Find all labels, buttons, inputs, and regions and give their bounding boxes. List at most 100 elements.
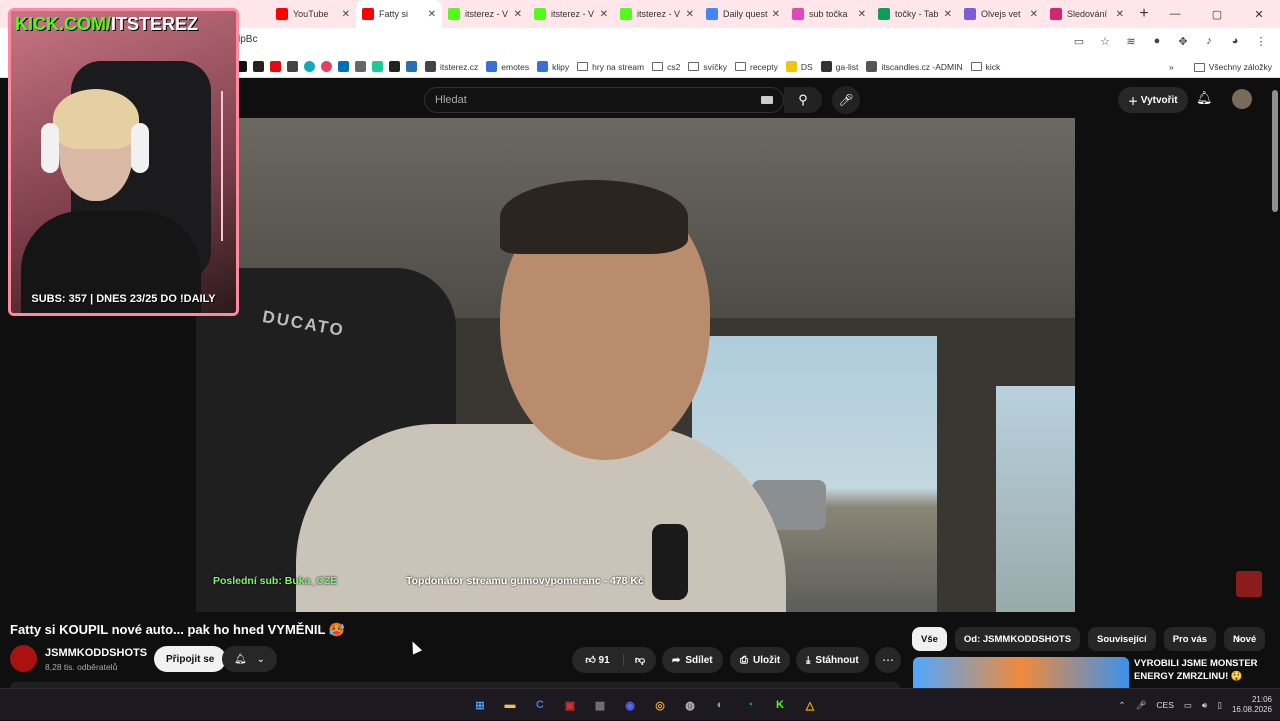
recommendation-title[interactable]: VYROBILI JSME MONSTER ENERGY ZMRZLINU! 😲 [1134, 657, 1264, 683]
clock[interactable]: 21:06 16.08.2026 [1232, 695, 1272, 715]
video-player[interactable]: DUCATO [196, 118, 1075, 612]
microphone-icon[interactable]: 🎤︎ [832, 86, 860, 114]
like-button[interactable]: 👍︎ 91 [572, 654, 624, 666]
recommendation-thumbnail[interactable] [913, 657, 1129, 692]
tray-chevron-up-icon[interactable]: ⌃ [1118, 700, 1125, 711]
dislike-button[interactable]: 👎︎ [624, 654, 656, 666]
save-button[interactable]: ⎙ Uložit [730, 647, 791, 673]
chevron-right-icon[interactable]: › [1236, 631, 1240, 646]
browser-tab[interactable]: Sledování ✕ [1044, 0, 1130, 28]
tray-microphone-icon[interactable]: 🎤︎ [1136, 700, 1147, 711]
bookmark-star-icon[interactable]: ☆ [1096, 32, 1114, 50]
bookmark-item[interactable]: klipy [537, 61, 569, 72]
bookmark-icon[interactable] [355, 61, 366, 72]
spotify-icon[interactable]: ◔ [738, 693, 762, 717]
close-tab-icon[interactable]: ✕ [1116, 9, 1124, 20]
share-button[interactable]: ➦ Sdílet [662, 647, 723, 673]
close-window-icon[interactable]: ✕ [1238, 8, 1280, 21]
scrollbar-thumb[interactable] [1272, 90, 1278, 212]
cursor-app-icon[interactable]: C [528, 693, 552, 717]
bookmark-item[interactable]: itsterez.cz [425, 61, 478, 72]
extension-badge-icon[interactable]: ● [1148, 32, 1166, 50]
bookmark-item[interactable]: recepty [734, 61, 778, 72]
browser-tab[interactable]: itsterez - V ✕ [528, 0, 614, 28]
windows-start-icon[interactable]: ⊞ [468, 693, 492, 717]
browser-menu-icon[interactable]: ⋮ [1252, 32, 1270, 50]
close-tab-icon[interactable]: ✕ [944, 9, 952, 20]
terminal-icon[interactable]: ▣ [558, 693, 582, 717]
notifications-bell-icon[interactable]: 🔔︎ [1196, 90, 1213, 106]
join-button[interactable]: Připojit se [154, 646, 227, 672]
browser-tab[interactable]: sub točka ✕ [786, 0, 872, 28]
volume-icon[interactable]: 🔊︎ [1202, 700, 1207, 711]
battery-icon[interactable]: ▯ [1217, 700, 1222, 711]
all-bookmarks-button[interactable]: Všechny záložky [1193, 62, 1272, 72]
file-explorer-icon[interactable]: ▬ [498, 693, 522, 717]
bookmark-item[interactable]: itscandles.cz -ADMIN [866, 61, 963, 72]
browser-tab[interactable]: Olvejs vet ✕ [958, 0, 1044, 28]
filter-chip[interactable]: Nové [1224, 627, 1266, 651]
maximize-icon[interactable]: ▢ [1196, 8, 1238, 21]
bookmark-icon[interactable] [287, 61, 298, 72]
bookmark-icon[interactable] [304, 61, 315, 72]
bookmark-icon[interactable] [321, 61, 332, 72]
channel-name[interactable]: JSMMKODDSHOTS [45, 647, 147, 659]
filter-chip[interactable]: Od: JSMMKODDSHOTS [954, 627, 1081, 651]
user-avatar[interactable] [1232, 89, 1252, 109]
kick-app-icon[interactable]: K [768, 693, 792, 717]
search-input[interactable]: Hledat [424, 87, 784, 113]
media-controls-icon[interactable]: ♪ [1200, 32, 1218, 50]
bookmark-icon[interactable] [406, 61, 417, 72]
close-tab-icon[interactable]: ✕ [772, 9, 780, 20]
search-icon[interactable]: ⚲ [784, 87, 822, 113]
close-tab-icon[interactable]: ✕ [858, 9, 866, 20]
close-tab-icon[interactable]: ✕ [1030, 9, 1038, 20]
close-tab-icon[interactable]: ✕ [428, 9, 436, 20]
bookmarks-overflow-icon[interactable]: » [1169, 62, 1174, 72]
filter-chip[interactable]: Vše [912, 627, 947, 651]
bookmark-icon[interactable] [253, 61, 264, 72]
cast-icon[interactable]: ▭ [1070, 32, 1088, 50]
bookmark-item[interactable]: cs2 [652, 61, 680, 72]
extension-wave-icon[interactable]: ≋ [1122, 32, 1140, 50]
browser-tab[interactable]: itsterez - V ✕ [614, 0, 700, 28]
more-actions-icon[interactable]: ⋯ [875, 647, 901, 673]
chrome-icon[interactable]: ◎ [648, 693, 672, 717]
browser-tab[interactable]: YouTube ✕ [270, 0, 356, 28]
bookmark-item[interactable]: ga-list [820, 61, 858, 72]
bookmark-item[interactable]: hry na stream [577, 61, 644, 72]
display-icon[interactable]: ▭ [1184, 700, 1192, 711]
paypal-bookmark-icon[interactable] [338, 61, 349, 72]
profile-avatar-icon[interactable]: ◕ [1226, 32, 1244, 50]
discord-icon[interactable]: ◉ [618, 693, 642, 717]
close-tab-icon[interactable]: ✕ [686, 9, 694, 20]
close-tab-icon[interactable]: ✕ [514, 9, 522, 20]
bookmark-icon[interactable] [389, 61, 400, 72]
bookmark-item[interactable]: emotes [486, 61, 529, 72]
obs-icon[interactable]: ◍ [678, 693, 702, 717]
close-tab-icon[interactable]: ✕ [342, 9, 350, 20]
drive-icon[interactable]: △ [798, 693, 822, 717]
url-text[interactable]: lpBc [238, 34, 257, 45]
create-button[interactable]: ＋ Vytvořit [1118, 87, 1188, 113]
minecraft-icon[interactable]: ▦ [588, 693, 612, 717]
browser-tab[interactable]: itsterez - V ✕ [442, 0, 528, 28]
bookmark-item[interactable]: DS [785, 61, 813, 72]
keyboard-icon[interactable] [761, 96, 773, 104]
netflix-bookmark-icon[interactable] [270, 61, 281, 72]
minimize-icon[interactable]: — [1154, 8, 1196, 20]
filter-chip[interactable]: Související [1088, 627, 1156, 651]
steam-icon[interactable]: ◐ [708, 693, 732, 717]
download-button[interactable]: ⤓ Stáhnout [796, 647, 869, 673]
subscription-bell-button[interactable]: 🔔︎ ⌄ [222, 646, 277, 672]
bookmark-icon[interactable] [372, 61, 383, 72]
bookmark-item[interactable]: svíčky [688, 61, 727, 72]
browser-tab[interactable]: točky - Tab ✕ [872, 0, 958, 28]
browser-tab[interactable]: Daily quest ✕ [700, 0, 786, 28]
browser-tab[interactable]: Fatty si ✕ [356, 0, 442, 28]
channel-avatar[interactable] [10, 645, 37, 672]
bookmark-item[interactable]: kick [970, 61, 1000, 72]
extensions-puzzle-icon[interactable]: ✥ [1174, 32, 1192, 50]
close-tab-icon[interactable]: ✕ [600, 9, 608, 20]
filter-chip[interactable]: Pro vás [1163, 627, 1217, 651]
